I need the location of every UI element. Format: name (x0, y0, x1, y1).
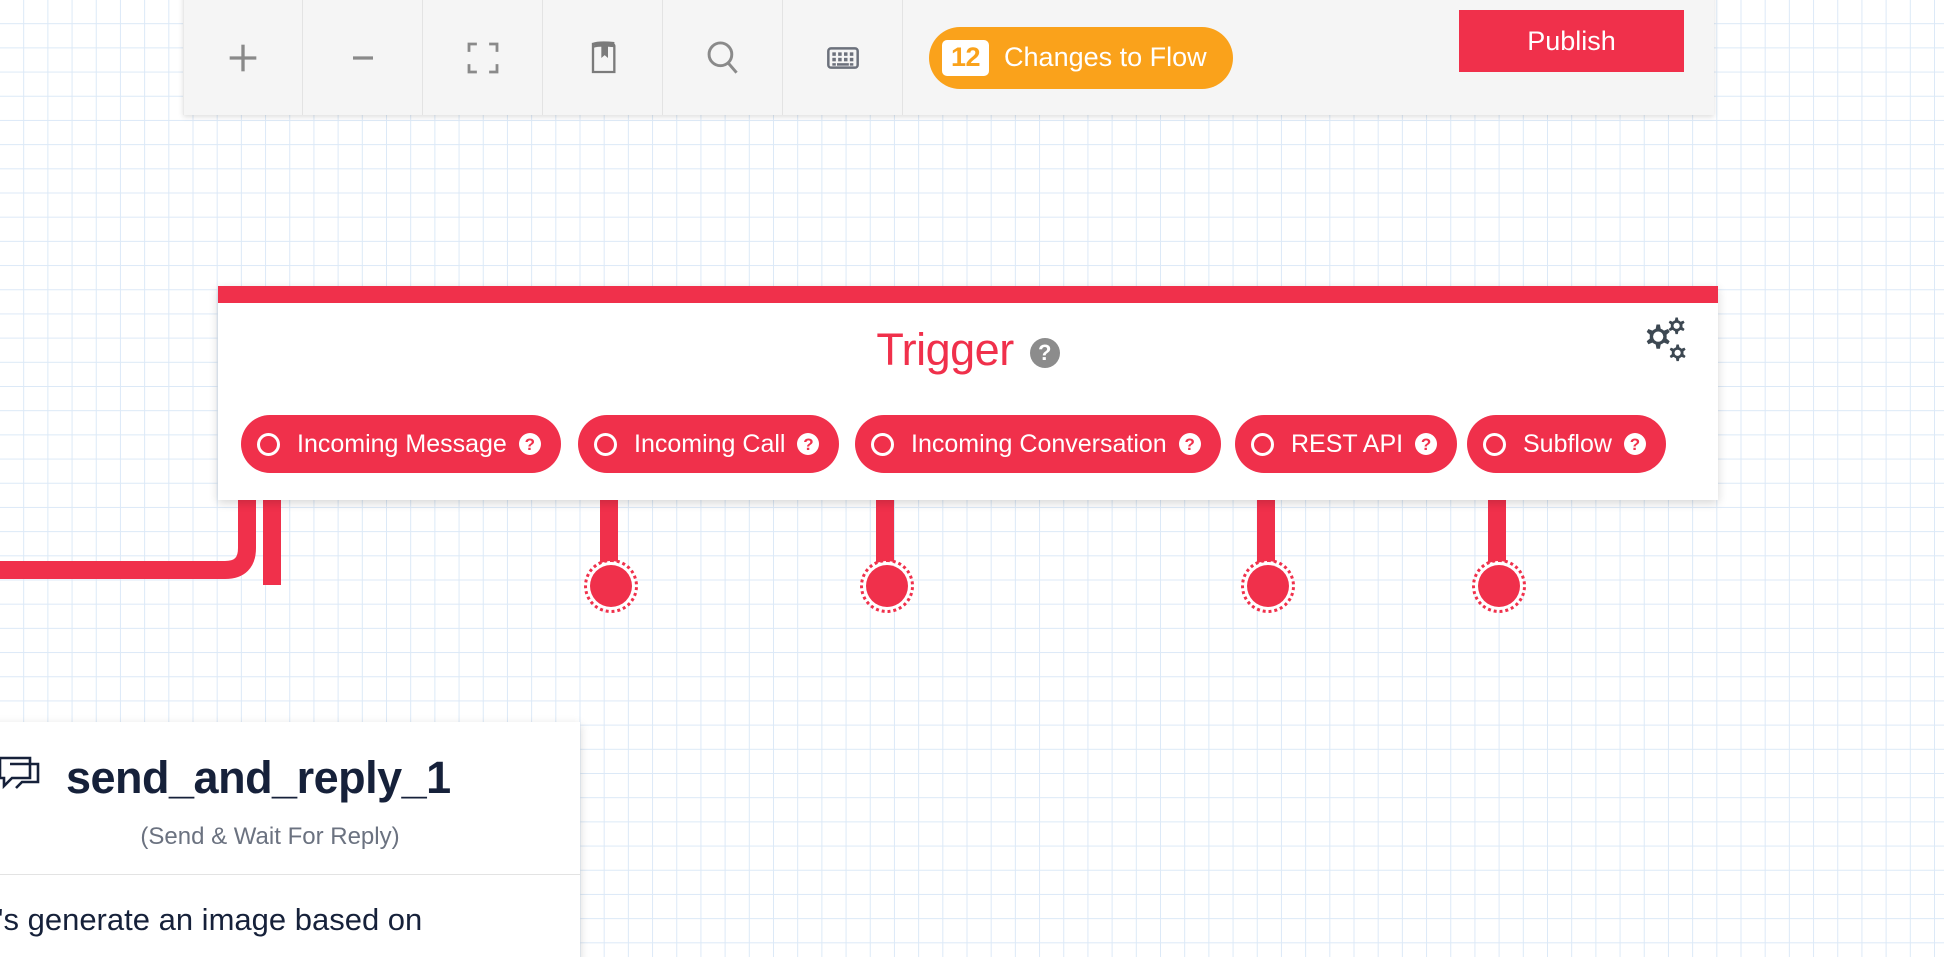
help-icon[interactable]: ? (1029, 338, 1060, 368)
trigger-options-row: Incoming Message ? Incoming Call ? Incom… (0, 415, 1944, 475)
plus-icon (223, 38, 263, 78)
trigger-option-incoming-call[interactable]: Incoming Call ? (578, 415, 840, 473)
trigger-option-label: Incoming Message (297, 429, 507, 458)
zoom-out-button[interactable] (303, 0, 423, 115)
help-icon[interactable]: ? (1178, 433, 1201, 455)
changes-to-flow-label: Changes to Flow (1004, 42, 1207, 72)
changes-to-flow-button[interactable]: 12 Changes to Flow (929, 26, 1233, 89)
flow-node-send-and-reply-1[interactable]: send_and_reply_1 (Send & Wait For Reply)… (0, 722, 580, 957)
radio-icon[interactable] (257, 432, 280, 456)
trigger-option-subflow[interactable]: Subflow ? (1467, 415, 1666, 473)
connector-endpoint-subflow[interactable] (1472, 559, 1526, 613)
radio-icon[interactable] (594, 432, 617, 456)
chat-bubbles-icon (0, 754, 44, 803)
keyboard-icon (823, 38, 863, 78)
fit-screen-icon (462, 37, 504, 79)
radio-icon[interactable] (1251, 432, 1274, 456)
search-button[interactable] (663, 0, 783, 115)
canvas-toolbar: 12 Changes to Flow Publish (183, 0, 1714, 115)
gears-icon[interactable] (1633, 314, 1691, 371)
trigger-option-rest-api[interactable]: REST API ? (1235, 415, 1458, 473)
publish-label: Publish (1527, 25, 1616, 56)
trigger-option-incoming-message[interactable]: Incoming Message ? (241, 415, 561, 473)
keyboard-shortcuts-button[interactable] (783, 0, 903, 115)
trigger-option-label: Subflow (1523, 429, 1612, 458)
node-header: send_and_reply_1 (0, 722, 580, 804)
connector-endpoint-rest-api[interactable] (1241, 559, 1295, 613)
minus-icon (343, 38, 383, 78)
divider (0, 874, 580, 875)
trigger-option-label: REST API (1291, 429, 1404, 458)
radio-icon[interactable] (871, 432, 894, 456)
trigger-option-incoming-conversation[interactable]: Incoming Conversation ? (855, 415, 1221, 473)
publish-button[interactable]: Publish (1459, 10, 1684, 72)
node-title: send_and_reply_1 (66, 752, 451, 803)
help-icon[interactable]: ? (1415, 433, 1438, 455)
help-icon[interactable]: ? (518, 433, 541, 455)
radio-icon[interactable] (1483, 432, 1506, 456)
search-icon (701, 36, 745, 80)
flow-canvas[interactable]: 12 Changes to Flow Publish Trigger ? Inc… (0, 0, 1944, 957)
zoom-in-button[interactable] (183, 0, 303, 115)
fit-to-screen-button[interactable] (423, 0, 543, 115)
node-body-text: e! Let's generate an image based on (0, 902, 423, 937)
trigger-option-label: Incoming Conversation (911, 429, 1167, 458)
node-subtitle: (Send & Wait For Reply) (140, 823, 400, 850)
changes-count-badge: 12 (942, 39, 990, 76)
connector-endpoint-incoming-call[interactable] (584, 559, 638, 613)
page-title: Trigger (876, 324, 1014, 375)
help-icon[interactable]: ? (1623, 433, 1646, 455)
book-icon (583, 38, 623, 78)
bookmarks-button[interactable] (543, 0, 663, 115)
trigger-panel-header: Trigger ? (218, 324, 1718, 376)
trigger-panel-accent-bar (218, 286, 1718, 303)
connector-endpoint-incoming-conversation[interactable] (860, 559, 914, 613)
trigger-option-label: Incoming Call (634, 429, 786, 458)
help-icon[interactable]: ? (797, 433, 820, 455)
